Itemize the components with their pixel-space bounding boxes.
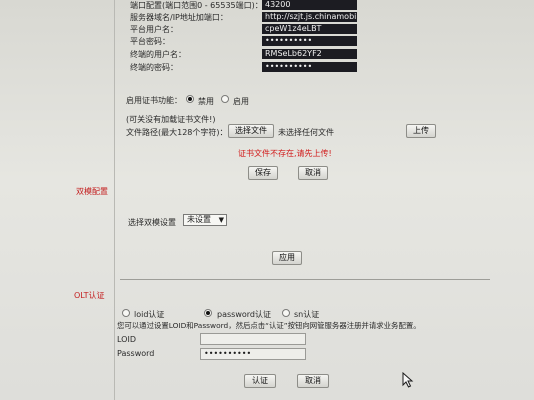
dual-mode-select[interactable]: 未设置 ▼: [183, 214, 227, 226]
password-auth-label: password认证: [217, 310, 271, 319]
cert-enable-radio[interactable]: [221, 95, 229, 103]
port-field[interactable]: 43200: [262, 0, 357, 10]
dual-apply-button[interactable]: 应用: [272, 251, 302, 265]
dual-mode-select-label: 选择双模设置: [128, 218, 176, 227]
choose-file-button[interactable]: 选择文件: [228, 124, 274, 138]
olt-confirm-button[interactable]: 认证: [244, 374, 276, 388]
cert-disable-radio[interactable]: [186, 95, 194, 103]
cert-save-button[interactable]: 保存: [248, 166, 278, 180]
cert-note: (可关没有加载证书文件!): [126, 115, 216, 124]
loid-auth-label: loid认证: [134, 310, 165, 319]
password-auth-radio[interactable]: [204, 309, 212, 317]
cert-path-label: 文件路径(最大128个字符)：: [126, 128, 228, 137]
chevron-down-icon: ▼: [218, 216, 224, 224]
cert-enable-label: 启用证书功能：: [126, 96, 182, 105]
platform-password-field[interactable]: ••••••••••: [262, 36, 357, 46]
cert-disable-label: 禁用: [198, 97, 214, 106]
olt-auth-title: OLT认证: [74, 291, 105, 300]
server-url-field[interactable]: http://szjt.js.chinamobile.: [262, 12, 357, 22]
olt-cancel-button[interactable]: 取消: [297, 374, 329, 388]
port-label: 端口配置(端口范围0 - 65535端口)：: [130, 1, 263, 10]
dual-mode-title: 双模配置: [76, 187, 108, 196]
sidebar-divider: [114, 0, 115, 400]
password-input[interactable]: ••••••••••: [200, 348, 306, 360]
password-label: Password: [117, 349, 155, 358]
terminal-password-field[interactable]: ••••••••••: [262, 62, 357, 72]
terminal-username-field[interactable]: RMSeLb62YF2: [262, 49, 357, 59]
cert-error-text: 证书文件不存在,请先上传!: [238, 149, 332, 158]
cert-enable-option-label: 启用: [233, 97, 249, 106]
platform-username-label: 平台用户名：: [130, 25, 178, 34]
loid-input[interactable]: [200, 333, 306, 345]
dual-mode-select-value: 未设置: [187, 215, 211, 224]
mouse-pointer-icon: [402, 372, 414, 388]
server-url-label: 服务器域名/IP地址加端口：: [130, 13, 228, 22]
terminal-username-label: 终端的用户名：: [130, 50, 186, 59]
sn-auth-radio[interactable]: [282, 309, 290, 317]
loid-label: LOID: [117, 335, 136, 344]
upload-button[interactable]: 上传: [406, 124, 436, 138]
cert-cancel-button[interactable]: 取消: [298, 166, 328, 180]
section-divider: [120, 279, 490, 280]
terminal-password-label: 终端的密码：: [130, 63, 178, 72]
loid-auth-radio[interactable]: [122, 309, 130, 317]
sn-auth-label: sn认证: [294, 310, 320, 319]
config-page: 端口配置(端口范围0 - 65535端口)： 43200 服务器域名/IP地址加…: [0, 0, 534, 400]
olt-hint-text: 您可以通过设置LOID和Password，然后点击“认证”按钮向网管服务器注册并…: [117, 321, 421, 330]
platform-password-label: 平台密码：: [130, 37, 170, 46]
no-file-text: 未选择任何文件: [278, 128, 334, 137]
platform-username-field[interactable]: cpeW1z4eLBT: [262, 24, 357, 34]
